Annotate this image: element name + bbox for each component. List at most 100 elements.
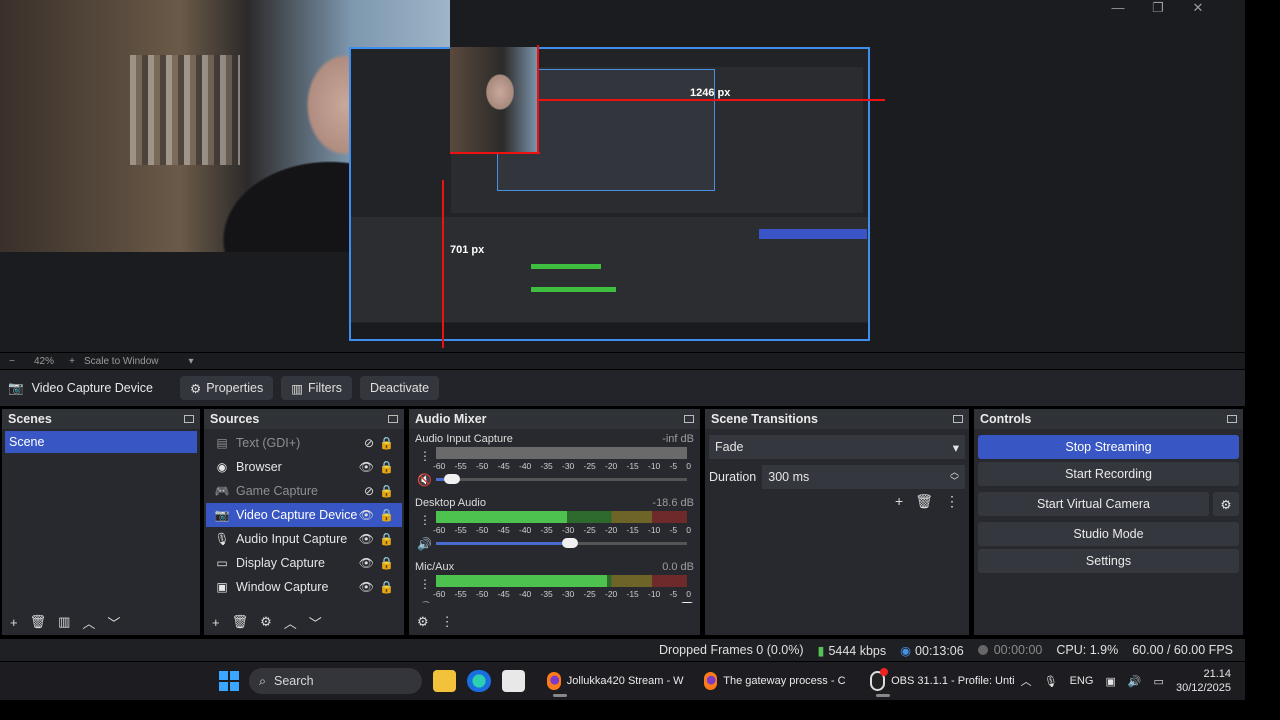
trash-icon[interactable]: 🗑	[30, 614, 47, 630]
chevron-up-icon[interactable]: ︿	[1021, 673, 1032, 689]
scene-item[interactable]: Scene	[5, 431, 197, 453]
lock-icon[interactable]: 🔒	[379, 484, 394, 498]
eye-icon[interactable]: 👁	[359, 556, 374, 570]
store-icon[interactable]	[501, 670, 525, 692]
gear-icon[interactable]: ⚙	[417, 614, 429, 630]
chevron-down-icon[interactable]: ﹀	[309, 613, 322, 632]
meter-level	[436, 575, 607, 587]
undock-icon[interactable]	[184, 415, 194, 423]
source-item-text-gdi[interactable]: ▤ Text (GDI+) ⊘ 🔒	[206, 431, 402, 455]
undock-icon[interactable]	[388, 415, 398, 423]
deactivate-button[interactable]: Deactivate	[360, 376, 440, 400]
source-item-video-capture[interactable]: 📷 Video Capture Device 👁 🔒	[206, 503, 402, 527]
settings-button[interactable]: Settings	[978, 549, 1239, 573]
eye-icon[interactable]: 👁	[359, 460, 374, 474]
volume-knob[interactable]	[443, 474, 460, 484]
taskbar-app-firefox-gateway[interactable]: The gateway process - C	[698, 665, 852, 697]
start-recording-button[interactable]: Start Recording	[978, 462, 1239, 486]
db-tick: -30	[562, 525, 575, 535]
taskbar-search[interactable]: ⌕ Search	[249, 668, 423, 694]
spinner-icon[interactable]: ︿ ﹀	[950, 468, 959, 486]
undock-icon[interactable]	[953, 415, 963, 423]
battery-icon[interactable]: ▭	[1154, 675, 1164, 688]
lock-icon[interactable]: 🔒	[379, 436, 394, 450]
volume-knob[interactable]	[679, 602, 695, 603]
program-preview[interactable]: — ❐ ✕ 1246 px 701 px	[0, 0, 1245, 352]
more-icon[interactable]: ⋮	[419, 449, 431, 463]
chevron-down-icon[interactable]: ▾	[189, 356, 194, 367]
source-item-game-capture[interactable]: 🎮 Game Capture ⊘ 🔒	[206, 479, 402, 503]
speaker-icon[interactable]: 🔊	[417, 537, 432, 551]
add-icon[interactable]: +	[212, 615, 220, 630]
microphone-icon[interactable]: 🎙	[1044, 675, 1058, 688]
volume-knob[interactable]	[561, 538, 578, 548]
gear-icon[interactable]: ⚙	[1213, 492, 1239, 516]
db-tick: -25	[583, 589, 596, 599]
chevron-up-icon[interactable]: ︿	[82, 613, 95, 632]
chevron-down-icon[interactable]: ﹀	[107, 613, 120, 632]
taskbar-app-firefox-stream[interactable]: Jollukka420 Stream - W	[541, 665, 690, 697]
source-item-window-capture[interactable]: ▣ Window Capture 👁 🔒	[206, 575, 402, 599]
undock-icon[interactable]	[1227, 415, 1237, 423]
app-label: OBS 31.1.1 - Profile: Unti	[891, 675, 1015, 687]
undock-icon[interactable]	[684, 415, 694, 423]
windows-start-icon[interactable]	[219, 671, 239, 691]
duration-input[interactable]: 300 ms ︿ ﹀	[762, 465, 965, 489]
db-tick: -50	[476, 525, 489, 535]
chevron-up-icon[interactable]: ︿	[284, 613, 297, 632]
speaker-icon[interactable]: 🔊	[1128, 675, 1142, 688]
maximize-button[interactable]: ❐	[1151, 0, 1165, 20]
volume-slider[interactable]	[436, 478, 687, 481]
filters-button[interactable]: ▥ Filters	[281, 376, 353, 400]
filter-icon[interactable]: ▥	[58, 614, 70, 630]
source-label: Text (GDI+)	[236, 436, 301, 450]
lock-icon[interactable]: 🔒	[379, 556, 394, 570]
db-tick: -20	[605, 525, 618, 535]
lock-icon[interactable]: 🔒	[379, 508, 394, 522]
stop-streaming-button[interactable]: Stop Streaming	[978, 435, 1239, 459]
studio-mode-button[interactable]: Studio Mode	[978, 522, 1239, 546]
filter-icon: ▥	[291, 381, 304, 396]
close-button[interactable]: ✕	[1191, 0, 1205, 20]
trash-icon[interactable]: 🗑	[915, 493, 933, 510]
gear-icon[interactable]: ⚙	[260, 614, 272, 630]
minimize-button[interactable]: —	[1111, 0, 1125, 20]
zoom-out-button[interactable]: −	[8, 356, 16, 367]
db-tick: -25	[583, 525, 596, 535]
source-item-audio-input[interactable]: 🎙 Audio Input Capture 👁 🔒	[206, 527, 402, 551]
language-indicator[interactable]: ENG	[1070, 675, 1094, 687]
scale-mode-dropdown[interactable]: Scale to Window	[84, 356, 158, 367]
taskbar-app-obs[interactable]: OBS 31.1.1 - Profile: Unti	[864, 665, 1021, 697]
lock-icon[interactable]: 🔒	[379, 532, 394, 546]
eye-hidden-icon[interactable]: ⊘	[364, 484, 374, 498]
eye-icon[interactable]: 👁	[359, 532, 374, 546]
more-icon[interactable]: ⋮	[945, 493, 959, 510]
db-tick: -25	[583, 461, 596, 471]
add-icon[interactable]: +	[10, 615, 18, 630]
network-icon[interactable]: ▣	[1105, 675, 1115, 688]
lock-icon[interactable]: 🔒	[379, 580, 394, 594]
file-explorer-icon[interactable]	[433, 670, 457, 692]
zoom-in-button[interactable]: +	[68, 356, 76, 367]
muted-speaker-icon[interactable]: 🔇	[417, 473, 432, 487]
clock[interactable]: 21.14 30/12/2025	[1176, 667, 1231, 695]
trash-icon[interactable]: 🗑	[232, 614, 249, 630]
more-icon[interactable]: ⋮	[419, 513, 431, 527]
more-icon[interactable]: ⋮	[419, 577, 431, 591]
source-item-browser[interactable]: ◉ Browser 👁 🔒	[206, 455, 402, 479]
lock-icon[interactable]: 🔒	[379, 460, 394, 474]
more-icon[interactable]: ⋮	[441, 614, 454, 630]
eye-hidden-icon[interactable]: ⊘	[364, 436, 374, 450]
transition-select[interactable]: Fade ▾	[709, 435, 965, 459]
start-virtual-camera-button[interactable]: Start Virtual Camera	[978, 492, 1209, 516]
speaker-icon[interactable]: 🔊	[417, 601, 432, 603]
source-item-display-capture[interactable]: ▭ Display Capture 👁 🔒	[206, 551, 402, 575]
properties-button[interactable]: ⚙ Properties	[180, 376, 274, 400]
eye-icon[interactable]: 👁	[359, 508, 374, 522]
add-icon[interactable]: +	[895, 493, 903, 510]
audio-mixer-dock: Audio Mixer Audio Input Capture -inf dB ⋮…	[409, 409, 700, 635]
db-tick: 0	[686, 589, 691, 599]
eye-icon[interactable]: 👁	[359, 580, 374, 594]
edge-icon[interactable]	[467, 670, 491, 692]
display-capture-preview[interactable]	[349, 47, 870, 341]
